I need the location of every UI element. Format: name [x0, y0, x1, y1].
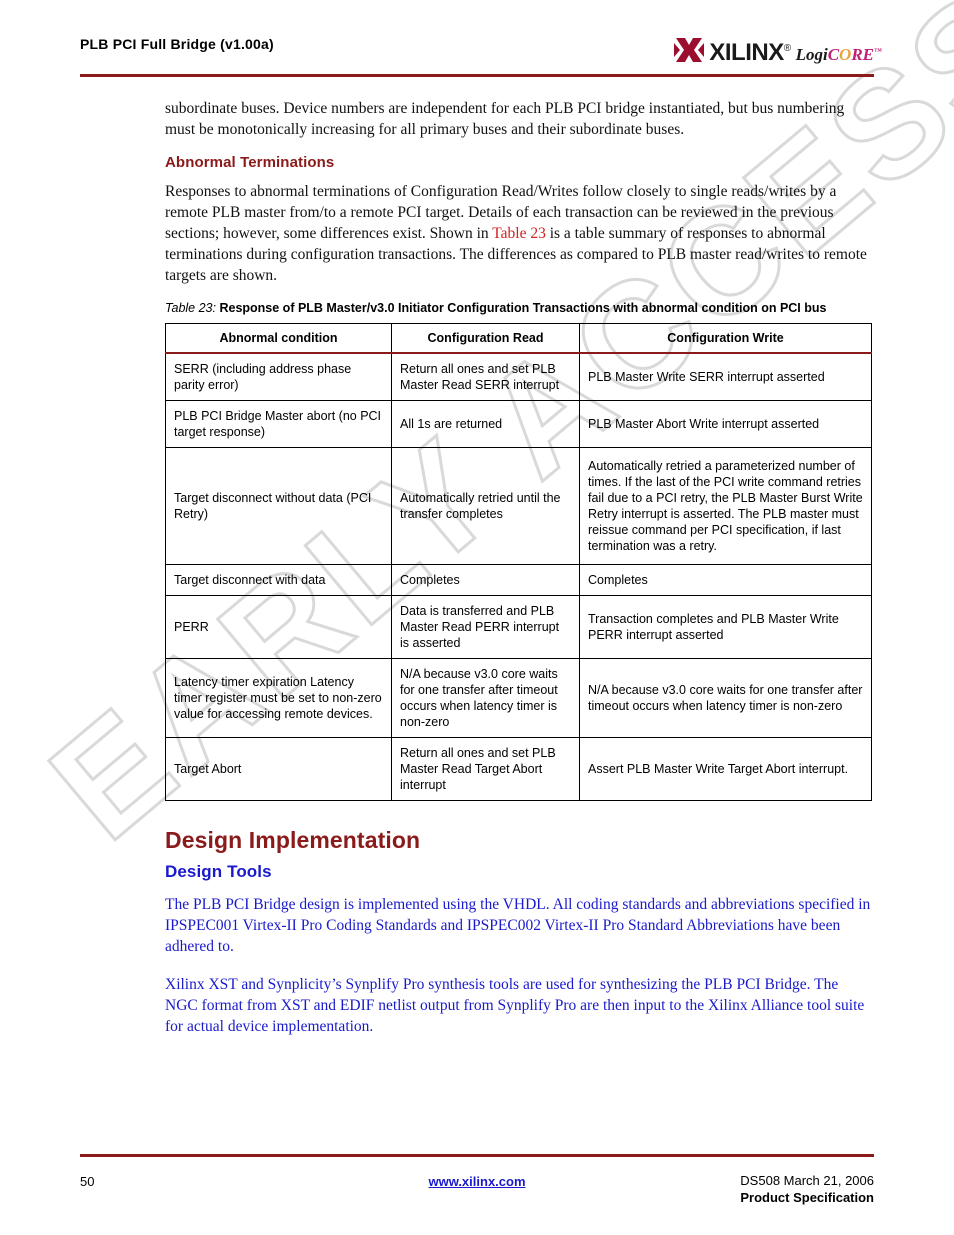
registered-mark-icon: ® [783, 43, 791, 54]
logicore-c: C [827, 45, 840, 64]
cell-read: Completes [391, 564, 580, 596]
cell-read: Return all ones and set PLB Master Read … [391, 352, 580, 401]
table-row: Latency timer expiration Latency timer r… [165, 658, 872, 738]
footer-website-link-text[interactable]: www.xilinx.com [428, 1174, 525, 1189]
cell-write: N/A because v3.0 core waits for one tran… [579, 658, 872, 738]
cell-write: Assert PLB Master Write Target Abort int… [579, 737, 872, 801]
heading-design-tools: Design Tools [165, 862, 272, 881]
xilinx-x-icon [674, 36, 705, 64]
cell-write: PLB Master Write SERR interrupt asserted [579, 352, 872, 401]
cell-condition: Target Abort [165, 737, 392, 801]
table-header-row: Abnormal condition Configuration Read Co… [165, 323, 872, 354]
heading-abnormal-terminations: Abnormal Terminations [165, 154, 335, 171]
cell-write: Transaction completes and PLB Master Wri… [579, 595, 872, 659]
cell-write: Automatically retried a parameterized nu… [579, 447, 872, 565]
page-header: PLB PCI Full Bridge (v1.00a) XILINX® Log… [0, 0, 954, 80]
table-23-crossref-link[interactable]: Table 23 [492, 225, 546, 242]
xilinx-logicore-logo: XILINX® LogiCORE™ [674, 34, 882, 66]
document-page: EARLY ACCESS PLB PCI Full Bridge (v1.00a… [0, 0, 954, 1235]
cell-condition: Target disconnect with data [165, 564, 392, 596]
intro-paragraph: subordinate buses. Device numbers are in… [165, 100, 845, 138]
cell-read: Data is transferred and PLB Master Read … [391, 595, 580, 659]
column-header-configuration-read: Configuration Read [391, 323, 580, 354]
footer-doc-id: DS508 March 21, 2006 [740, 1173, 874, 1188]
footer-doc-type: Product Specification [740, 1190, 874, 1205]
table-caption-label: Table 23: [165, 301, 216, 315]
cell-read: N/A because v3.0 core waits for one tran… [391, 658, 580, 738]
logicore-logi: Logi [795, 45, 828, 64]
xilinx-wordmark: XILINX® [709, 39, 791, 66]
cell-read: All 1s are returned [391, 400, 580, 448]
table-row: Target disconnect with data Completes Co… [165, 564, 872, 596]
heading-design-implementation: Design Implementation [165, 827, 421, 853]
cell-write: Completes [579, 564, 872, 596]
table-row: PERR Data is transferred and PLB Master … [165, 595, 872, 659]
footer-divider [80, 1154, 874, 1157]
header-title: PLB PCI Full Bridge (v1.00a) [80, 36, 274, 52]
column-header-configuration-write: Configuration Write [579, 323, 872, 354]
cell-condition: PLB PCI Bridge Master abort (no PCI targ… [165, 400, 392, 448]
table-row: PLB PCI Bridge Master abort (no PCI targ… [165, 400, 872, 448]
table-caption-text: Response of PLB Master/v3.0 Initiator Co… [219, 301, 827, 315]
logicore-wordmark: LogiCORE™ [796, 46, 882, 63]
cell-condition: Target disconnect without data (PCI Retr… [165, 447, 392, 565]
table-row: Target disconnect without data (PCI Retr… [165, 447, 872, 565]
trademark-mark-icon: ™ [874, 46, 882, 56]
column-header-abnormal-condition: Abnormal condition [165, 323, 392, 354]
cell-read: Return all ones and set PLB Master Read … [391, 737, 580, 801]
page-footer: 50 www.xilinx.com DS508 March 21, 2006 P… [0, 1145, 954, 1235]
abnormal-condition-table: Abnormal condition Configuration Read Co… [165, 323, 872, 801]
design-tools-paragraph-2: Xilinx XST and Synplicity’s Synplify Pro… [165, 976, 865, 1035]
xilinx-wordmark-text: XILINX [709, 39, 784, 66]
logicore-re: RE [851, 45, 874, 64]
logicore-o-sun-icon: O [839, 45, 852, 64]
footer-doc-info: DS508 March 21, 2006 Product Specificati… [740, 1172, 874, 1206]
cell-condition: SERR (including address phase parity err… [165, 352, 392, 401]
cell-write: PLB Master Abort Write interrupt asserte… [579, 400, 872, 448]
table-caption: Table 23: Response of PLB Master/v3.0 In… [165, 300, 874, 316]
design-tools-paragraph-1: The PLB PCI Bridge design is implemented… [165, 896, 871, 955]
cell-condition: Latency timer expiration Latency timer r… [165, 658, 392, 738]
page-content: subordinate buses. Device numbers are in… [165, 98, 874, 1054]
table-row: SERR (including address phase parity err… [165, 352, 872, 401]
cell-condition: PERR [165, 595, 392, 659]
table-row: Target Abort Return all ones and set PLB… [165, 737, 872, 801]
header-divider [80, 74, 874, 77]
cell-read: Automatically retried until the transfer… [391, 447, 580, 565]
abnormal-paragraph: Responses to abnormal terminations of Co… [165, 181, 874, 286]
